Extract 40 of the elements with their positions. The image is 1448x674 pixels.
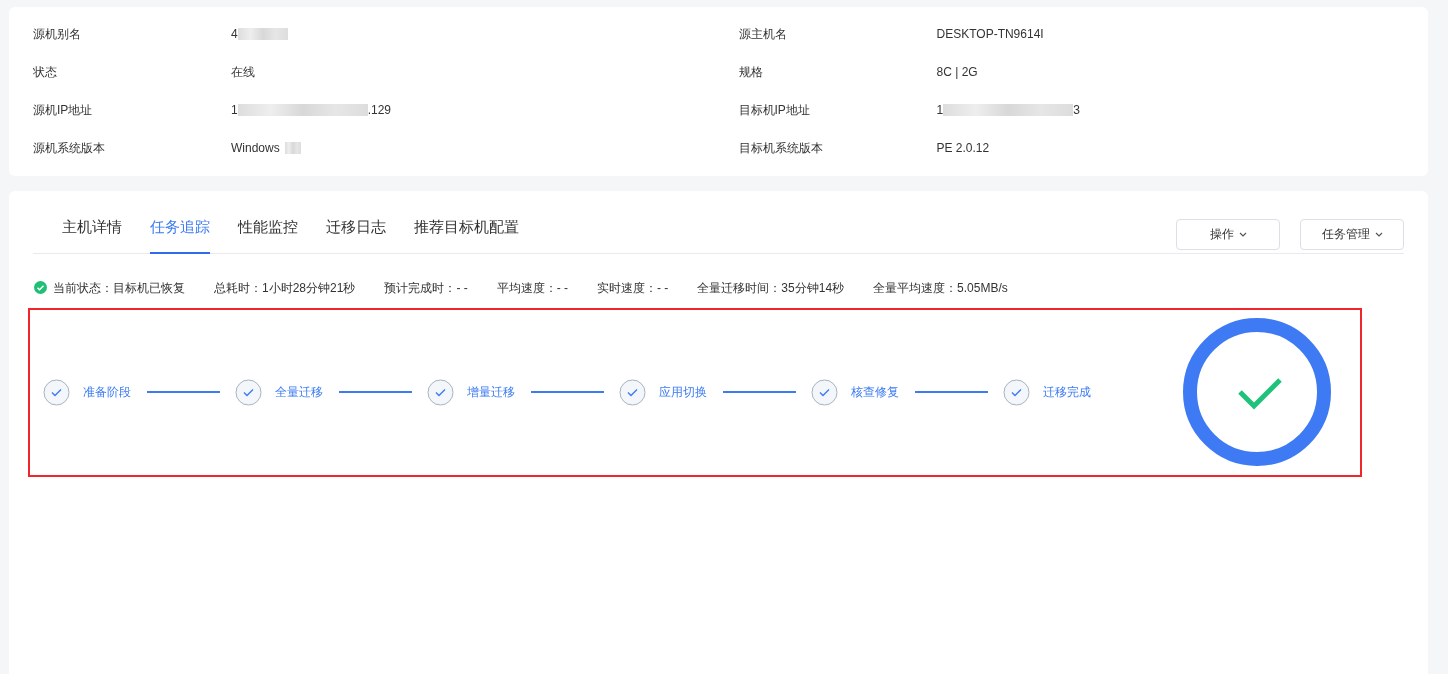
step-label: 全量迁移 — [275, 384, 324, 401]
step-label: 准备阶段 — [83, 384, 132, 401]
field-value: DESKTOP-TN9614I — [936, 26, 1044, 43]
dropdown-button[interactable]: 任务管理 — [1300, 218, 1404, 250]
step-label: 应用切换 — [659, 384, 708, 401]
status-text: 全量迁移时间：35分钟14秒 — [697, 279, 845, 297]
step-label: 增量迁移 — [467, 384, 516, 401]
field-value: 1 — [936, 102, 944, 119]
dropdown-button[interactable]: 操作 — [1176, 218, 1280, 250]
field-label: 源机别名 — [33, 26, 82, 43]
field-label: 目标机系统版本 — [738, 140, 824, 157]
chevron-down-icon — [1238, 231, 1247, 237]
field-value: 3 — [1073, 102, 1080, 119]
field-value: 1 — [231, 102, 238, 119]
field-label: 源机系统版本 — [33, 140, 106, 157]
tab[interactable]: 性能监控 — [238, 216, 298, 254]
step-label: 核查修复 — [851, 384, 900, 401]
chevron-down-icon — [1374, 231, 1383, 237]
field-label: 状态 — [33, 64, 58, 81]
field-value: Windows — [231, 140, 280, 157]
status-text: 全量平均速度：5.05MB/s — [873, 279, 1008, 297]
tab[interactable]: 迁移日志 — [326, 216, 386, 254]
field-value: .129 — [367, 102, 392, 119]
field-value: 4 — [231, 26, 238, 43]
status-text: 平均速度：- - — [496, 279, 569, 297]
tab[interactable]: 主机详情 — [62, 216, 122, 254]
status-text: 总耗时：1小时28分钟21秒 — [214, 279, 356, 297]
status-text: 预计完成时：- - — [384, 279, 468, 297]
tab[interactable]: 任务追踪 — [150, 216, 210, 254]
field-value: 8C | 2G — [936, 64, 978, 81]
status-text: 当前状态：目标机已恢复 — [53, 279, 185, 297]
field-value: PE 2.0.12 — [936, 140, 990, 157]
field-label: 源机IP地址 — [33, 102, 94, 119]
field-value: 在线 — [231, 64, 255, 81]
field-label: 规格 — [738, 64, 764, 81]
step-label: 迁移完成 — [1043, 384, 1092, 401]
tab[interactable]: 推荐目标机配置 — [414, 216, 519, 254]
field-label: 源主机名 — [738, 26, 788, 43]
field-label: 目标机IP地址 — [738, 102, 811, 119]
status-text: 实时速度：- - — [597, 279, 669, 297]
